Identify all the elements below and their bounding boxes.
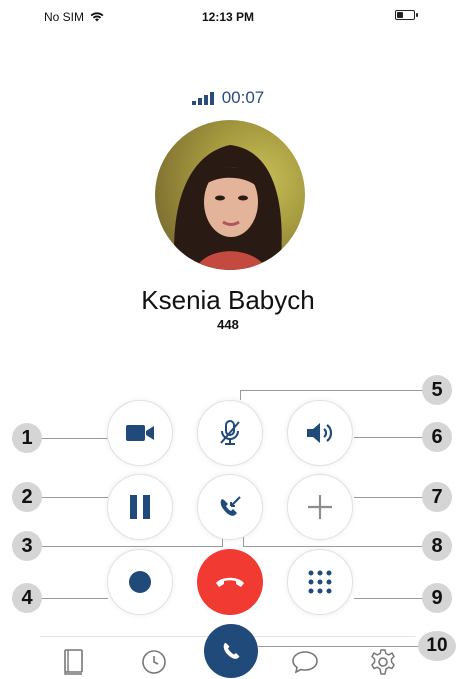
phone-icon bbox=[223, 643, 240, 659]
callout-number-2: 2 bbox=[12, 482, 42, 512]
callout-number-9: 9 bbox=[422, 583, 452, 613]
callout-line-1 bbox=[42, 438, 108, 439]
callout-number-7: 7 bbox=[422, 482, 452, 512]
callout-line-8v bbox=[243, 536, 244, 547]
battery-icon bbox=[395, 10, 418, 20]
callout-line-2 bbox=[42, 497, 108, 498]
tab-call[interactable] bbox=[204, 624, 258, 678]
callout-line-7 bbox=[354, 497, 424, 498]
gear-icon bbox=[371, 649, 395, 675]
end-call-button[interactable] bbox=[197, 549, 263, 615]
record-icon bbox=[129, 571, 151, 593]
callout-number-8: 8 bbox=[422, 531, 452, 561]
transfer-call-icon bbox=[220, 496, 241, 516]
plus-icon bbox=[308, 495, 332, 519]
transfer-button[interactable] bbox=[197, 474, 263, 540]
callout-line-3 bbox=[42, 546, 222, 547]
callout-line-8 bbox=[243, 546, 424, 547]
callout-number-3: 3 bbox=[12, 531, 42, 561]
avatar-portrait bbox=[174, 145, 282, 270]
speaker-button[interactable] bbox=[287, 400, 353, 466]
record-button[interactable] bbox=[107, 549, 173, 615]
hang-up-icon bbox=[216, 577, 244, 587]
chat-bubble-icon bbox=[292, 651, 318, 674]
clock-icon bbox=[142, 650, 166, 674]
hold-button[interactable] bbox=[107, 474, 173, 540]
battery-fill bbox=[397, 12, 403, 18]
video-camera-icon bbox=[126, 425, 154, 441]
callout-number-4: 4 bbox=[12, 583, 42, 613]
keypad-button[interactable] bbox=[287, 549, 353, 615]
book-icon bbox=[64, 649, 83, 675]
status-time: 12:13 PM bbox=[201, 10, 255, 24]
callout-number-6: 6 bbox=[422, 422, 452, 452]
callout-number-10: 10 bbox=[418, 631, 456, 661]
callout-line-5v bbox=[240, 390, 241, 400]
callout-line-9 bbox=[354, 598, 424, 599]
callout-line-4 bbox=[42, 598, 108, 599]
signal-strength-icon bbox=[191, 91, 214, 105]
contact-avatar bbox=[155, 120, 305, 270]
callout-line-5 bbox=[240, 390, 426, 391]
video-button[interactable] bbox=[107, 400, 173, 466]
callout-number-5: 5 bbox=[422, 375, 452, 405]
call-timer: 00:07 bbox=[0, 88, 456, 108]
callout-line-6 bbox=[354, 437, 424, 438]
contact-name: Ksenia Babych bbox=[141, 285, 315, 315]
tab-settings[interactable] bbox=[369, 648, 397, 676]
mute-button[interactable] bbox=[197, 400, 263, 466]
call-duration: 00:07 bbox=[221, 88, 265, 107]
microphone-off-icon bbox=[220, 420, 240, 445]
tab-chat[interactable] bbox=[291, 648, 319, 676]
contact-extension: 448 bbox=[217, 317, 239, 332]
callout-number-1: 1 bbox=[12, 423, 42, 453]
speaker-icon bbox=[307, 423, 333, 443]
tab-recents[interactable] bbox=[140, 648, 168, 676]
pause-icon bbox=[130, 495, 150, 519]
tab-contacts[interactable] bbox=[60, 648, 88, 676]
keypad-icon bbox=[308, 570, 332, 594]
callout-line-10 bbox=[258, 646, 424, 647]
add-call-button[interactable] bbox=[287, 474, 353, 540]
